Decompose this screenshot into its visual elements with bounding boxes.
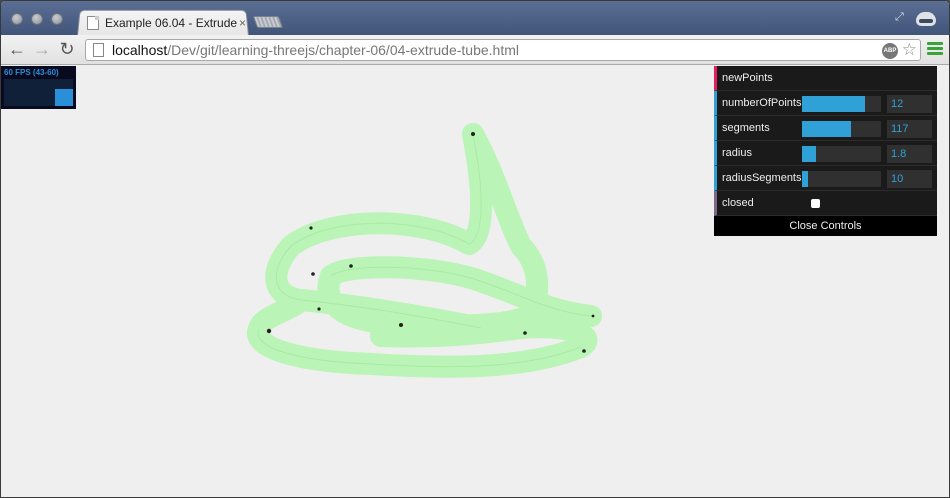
reload-icon[interactable]: ↻ [57, 39, 77, 59]
browser-window: Example 06.04 - Extrude × ⤢ ← → ↻ localh… [0, 0, 950, 498]
number-of-points-slider[interactable] [802, 96, 881, 112]
fps-graph [4, 79, 73, 106]
slider-fill [802, 171, 809, 187]
radius-segments-slider[interactable] [802, 171, 881, 187]
number-of-points-row: numberOfPoints 12 [714, 91, 937, 116]
radius-label: radius [722, 147, 752, 159]
radius-segments-input[interactable]: 10 [887, 170, 932, 188]
tube-geometry [247, 123, 602, 378]
slider-fill [802, 146, 817, 162]
slider-fill [802, 121, 851, 137]
page-favicon-icon [87, 16, 99, 30]
slider-fill [802, 96, 866, 112]
page-icon [93, 43, 104, 57]
webgl-viewport: 60 FPS (43-60) newPoints numberOfPoints … [1, 66, 949, 497]
tab-content[interactable]: Example 06.04 - Extrude × [83, 12, 247, 34]
new-tab-button[interactable] [252, 16, 284, 28]
closed-label: closed [722, 197, 754, 209]
closed-row: closed [714, 191, 937, 216]
new-points-button[interactable]: newPoints [722, 72, 773, 84]
forward-arrow-icon[interactable]: → [32, 39, 52, 59]
tab-close-icon[interactable]: × [239, 17, 246, 29]
close-window-button[interactable] [11, 13, 23, 25]
control-point [471, 132, 475, 136]
fps-readout: 60 FPS (43-60) [4, 68, 59, 77]
controls-panel: newPoints numberOfPoints 12 segments 117… [714, 66, 937, 236]
radius-slider[interactable] [802, 146, 881, 162]
tab-strip: Example 06.04 - Extrude × ⤢ [1, 1, 949, 36]
stats-panel[interactable]: 60 FPS (43-60) [1, 66, 76, 109]
zoom-window-button[interactable] [51, 13, 63, 25]
url-text[interactable]: localhost/Dev/git/learning-threejs/chapt… [112, 42, 519, 58]
fps-graph-bar [55, 89, 73, 106]
fullscreen-icon[interactable]: ⤢ [895, 11, 907, 23]
closed-checkbox[interactable] [811, 199, 820, 208]
minimize-window-button[interactable] [31, 13, 43, 25]
tab-title: Example 06.04 - Extrude [105, 16, 237, 30]
radius-segments-row: radiusSegments 10 [714, 166, 937, 191]
control-point [311, 272, 315, 276]
new-points-row[interactable]: newPoints [714, 66, 937, 91]
radius-row: radius 1.8 [714, 141, 937, 166]
number-of-points-input[interactable]: 12 [887, 95, 932, 113]
control-point [266, 328, 272, 334]
number-of-points-label: numberOfPoints [722, 97, 802, 109]
control-point [349, 264, 353, 268]
control-point [582, 349, 586, 353]
radius-segments-label: radiusSegments [722, 172, 802, 184]
close-controls-button[interactable]: Close Controls [714, 216, 937, 236]
incognito-icon [913, 6, 939, 30]
control-point [523, 331, 527, 335]
address-bar[interactable]: localhost/Dev/git/learning-threejs/chapt… [85, 39, 921, 61]
url-path: /Dev/git/learning-threejs/chapter-06/04-… [167, 42, 520, 58]
control-point [399, 323, 403, 327]
adblock-icon[interactable]: ABP [882, 43, 898, 59]
control-point [591, 314, 595, 318]
control-point [309, 226, 313, 230]
segments-row: segments 117 [714, 116, 937, 141]
radius-input[interactable]: 1.8 [887, 145, 932, 163]
control-point [317, 307, 321, 311]
back-arrow-icon[interactable]: ← [7, 39, 27, 59]
star-icon[interactable]: ☆ [902, 41, 917, 59]
browser-toolbar: ← → ↻ localhost/Dev/git/learning-threejs… [1, 35, 949, 65]
menu-icon[interactable] [927, 42, 943, 58]
segments-slider[interactable] [802, 121, 881, 137]
segments-input[interactable]: 117 [887, 120, 932, 138]
segments-label: segments [722, 122, 770, 134]
url-host: localhost [112, 42, 168, 58]
